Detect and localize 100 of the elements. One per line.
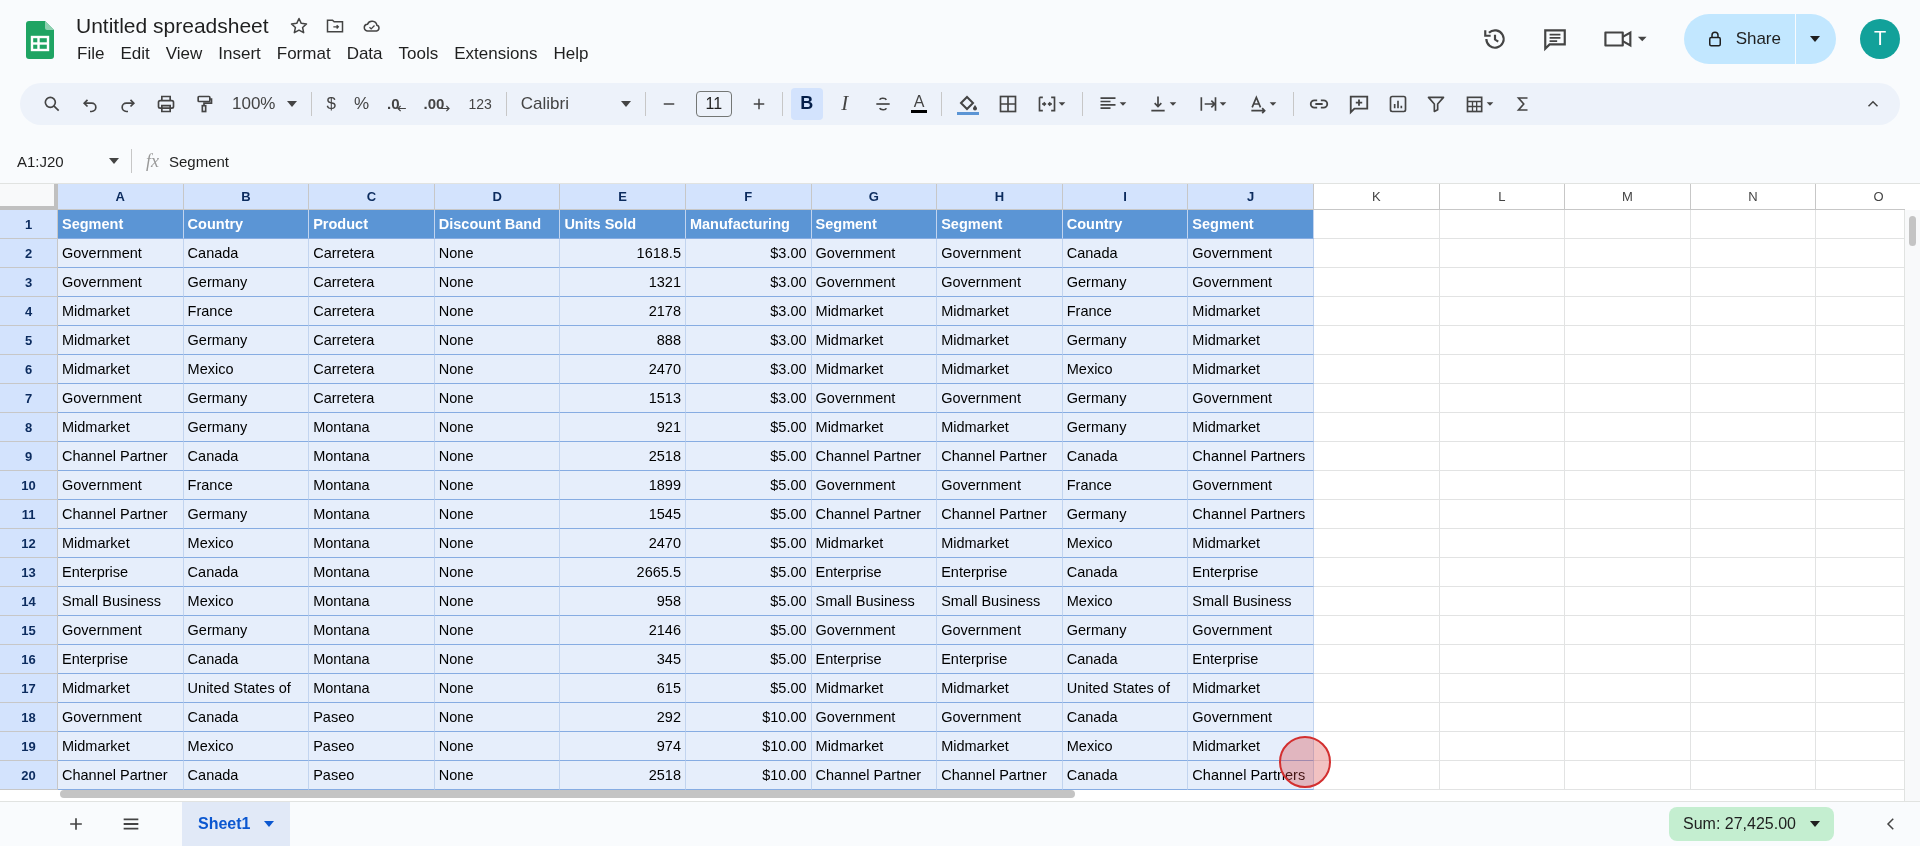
- table-cell: Government: [1188, 384, 1314, 414]
- row-header[interactable]: 15: [0, 616, 58, 646]
- menu-item[interactable]: Extensions: [447, 43, 547, 64]
- table-cell: Government: [1188, 471, 1314, 501]
- row-header[interactable]: 13: [0, 558, 58, 588]
- menu-item[interactable]: File: [70, 43, 114, 64]
- zoom-dropdown[interactable]: 100%: [232, 93, 298, 114]
- row-header[interactable]: 18: [0, 703, 58, 733]
- menu-item[interactable]: Help: [546, 43, 598, 64]
- font-size-field[interactable]: 11: [695, 90, 732, 117]
- document-title[interactable]: Untitled spreadsheet: [76, 13, 269, 38]
- decrease-decimal-button[interactable]: .0: [387, 95, 406, 113]
- row-header[interactable]: 14: [0, 587, 58, 617]
- column-header[interactable]: G: [811, 184, 938, 211]
- table-cell: Midmarket: [58, 732, 184, 762]
- print-icon[interactable]: [156, 93, 176, 114]
- column-header[interactable]: M: [1565, 184, 1691, 211]
- row-header[interactable]: 2: [0, 239, 58, 269]
- star-icon[interactable]: [288, 15, 309, 36]
- table-cell: Midmarket: [811, 297, 938, 327]
- row-header[interactable]: 8: [0, 413, 58, 443]
- row-header[interactable]: 3: [0, 268, 58, 298]
- column-header[interactable]: L: [1439, 184, 1566, 211]
- table-cell: Midmarket: [811, 355, 938, 385]
- row-header[interactable]: 11: [0, 500, 58, 530]
- table-cell: Channel Partner: [937, 442, 1063, 472]
- table-cell: None: [434, 500, 561, 530]
- name-box[interactable]: A1:J20: [0, 149, 132, 174]
- menu-item[interactable]: View: [158, 43, 212, 64]
- table-cell: None: [434, 471, 561, 501]
- table-cell: Canada: [183, 645, 310, 675]
- header-cell: Country: [1062, 210, 1189, 240]
- row-header[interactable]: 19: [0, 732, 58, 762]
- column-header[interactable]: F: [685, 184, 812, 211]
- table-cell: Government: [58, 239, 184, 269]
- table-cell: Mexico: [183, 529, 310, 559]
- row-header[interactable]: 5: [0, 326, 58, 356]
- table-cell: Montana: [309, 558, 435, 588]
- font-dropdown[interactable]: Calibri: [520, 93, 631, 114]
- row-header[interactable]: 10: [0, 471, 58, 501]
- row-header[interactable]: 7: [0, 384, 58, 414]
- bold-button[interactable]: B: [790, 87, 823, 120]
- table-cell: Channel Partner: [811, 442, 938, 472]
- table-cell: Midmarket: [1188, 732, 1314, 762]
- column-header[interactable]: K: [1313, 184, 1440, 211]
- table-cell: Germany: [1062, 268, 1189, 298]
- column-header[interactable]: N: [1690, 184, 1817, 211]
- column-header[interactable]: A: [58, 184, 184, 211]
- column-header[interactable]: D: [434, 184, 561, 211]
- table-cell: $3.00: [685, 326, 812, 356]
- percent-button[interactable]: %: [353, 93, 370, 114]
- sum-button[interactable]: Sum: 27,425.00: [1669, 807, 1834, 841]
- table-cell: Mexico: [183, 732, 310, 762]
- column-header[interactable]: E: [560, 184, 686, 211]
- table-cell: Mexico: [183, 587, 310, 617]
- table-cell: Midmarket: [1188, 674, 1314, 704]
- text-color-button[interactable]: A: [910, 94, 928, 114]
- row-header[interactable]: 9: [0, 442, 58, 472]
- table-cell: Midmarket: [937, 326, 1063, 356]
- menu-item[interactable]: Data: [339, 43, 392, 64]
- sheet-tab[interactable]: Sheet1: [182, 802, 291, 846]
- paint-roller-icon[interactable]: [194, 93, 214, 114]
- column-header[interactable]: J: [1188, 184, 1314, 211]
- menu-item[interactable]: Tools: [391, 43, 448, 64]
- column-header[interactable]: B: [183, 184, 310, 211]
- row-header[interactable]: 17: [0, 674, 58, 704]
- column-header[interactable]: H: [937, 184, 1063, 211]
- horizontal-scrollbar[interactable]: [60, 790, 1075, 798]
- borders-icon[interactable]: [998, 93, 1019, 114]
- table-cell: Midmarket: [1188, 297, 1314, 327]
- table-cell: 1545: [560, 500, 686, 530]
- row-header[interactable]: 1: [0, 210, 58, 240]
- table-cell: Government: [811, 616, 938, 646]
- sheets-logo-icon[interactable]: [26, 20, 54, 59]
- menu-item[interactable]: Format: [269, 43, 340, 64]
- menu-item[interactable]: Edit: [113, 43, 159, 64]
- table-cell: Midmarket: [58, 355, 184, 385]
- row-header[interactable]: 12: [0, 529, 58, 559]
- table-cell: $5.00: [685, 587, 812, 617]
- vertical-scrollbar[interactable]: [1909, 216, 1916, 247]
- table-cell: $3.00: [685, 297, 812, 327]
- table-cell: Canada: [183, 703, 310, 733]
- italic-button[interactable]: I: [828, 87, 861, 120]
- currency-button[interactable]: $: [326, 93, 336, 114]
- formula-input[interactable]: Segment: [169, 152, 1920, 170]
- column-header[interactable]: I: [1062, 184, 1189, 211]
- menu-item[interactable]: Insert: [211, 43, 270, 64]
- increase-decimal-button[interactable]: .00: [423, 95, 451, 113]
- table-cell: Germany: [1062, 326, 1189, 356]
- row-header[interactable]: 4: [0, 297, 58, 327]
- table-cell: Government: [937, 268, 1063, 298]
- table-cell: Montana: [309, 674, 435, 704]
- column-header[interactable]: C: [309, 184, 435, 211]
- number-format-button[interactable]: 123: [468, 95, 492, 112]
- row-header[interactable]: 20: [0, 761, 58, 791]
- row-header[interactable]: 6: [0, 355, 58, 385]
- caret-icon: [620, 100, 631, 107]
- row-header[interactable]: 16: [0, 645, 58, 675]
- caret-icon: [109, 158, 119, 165]
- chart-icon[interactable]: [1388, 93, 1409, 114]
